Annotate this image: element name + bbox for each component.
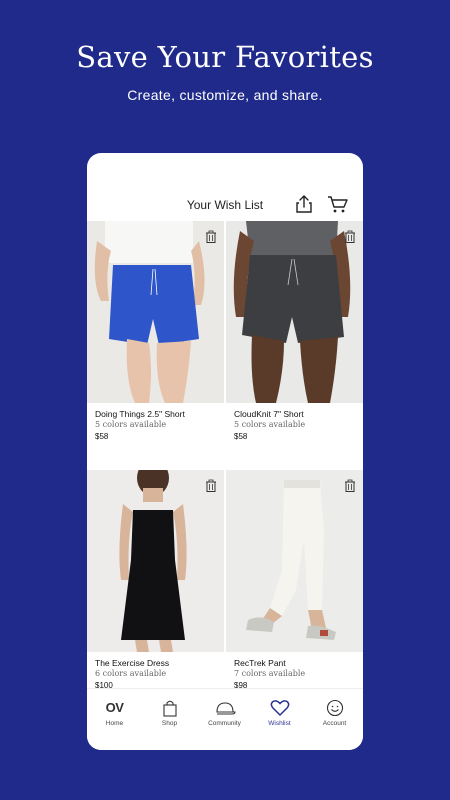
tab-label: Community: [208, 720, 241, 727]
smiley-icon: [326, 699, 343, 717]
product-name[interactable]: The Exercise Dress: [95, 658, 169, 668]
trash-icon[interactable]: [205, 230, 217, 243]
ov-logo-icon: OV: [105, 700, 124, 715]
screen-title: Your Wish List: [186, 198, 264, 212]
headline: Save Your Favorites: [76, 40, 374, 74]
product-name[interactable]: CloudKnit 7" Short: [234, 409, 304, 419]
product-colors: 6 colors available: [95, 669, 167, 678]
product-name[interactable]: RecTrek Pant: [234, 658, 286, 668]
tab-label: Shop: [161, 720, 178, 727]
trash-icon[interactable]: [205, 479, 217, 492]
tab-label: Wishlist: [268, 720, 291, 727]
product-colors: 5 colors available: [234, 420, 306, 429]
tab-shop[interactable]: Shop: [142, 699, 197, 727]
product-image[interactable]: [226, 470, 363, 652]
product-image[interactable]: [87, 221, 224, 403]
tab-wishlist[interactable]: Wishlist: [252, 699, 307, 727]
heart-icon: [270, 700, 289, 717]
product-image[interactable]: [87, 470, 224, 652]
phone-screen: Your Wish List Doing Things 2.5" Short 5…: [87, 153, 363, 750]
trash-icon[interactable]: [344, 479, 356, 492]
product-name[interactable]: Doing Things 2.5" Short: [95, 409, 185, 419]
bottom-tab-bar: OV Home Shop Community Wishlist Account: [87, 688, 363, 750]
shopping-bag-icon: [162, 700, 177, 717]
tab-community[interactable]: Community: [197, 699, 252, 727]
product-price: $58: [234, 432, 248, 441]
cart-icon[interactable]: [327, 194, 349, 214]
product-colors: 5 colors available: [95, 420, 167, 429]
share-icon[interactable]: [295, 194, 313, 214]
product-price: $58: [95, 432, 109, 441]
cap-icon: [215, 702, 236, 715]
product-image[interactable]: [226, 221, 363, 403]
tab-account[interactable]: Account: [307, 699, 362, 727]
top-bar: Your Wish List: [87, 189, 363, 221]
product-colors: 7 colors available: [234, 669, 306, 678]
subline: Create, customize, and share.: [127, 87, 323, 103]
tab-label: Account: [322, 720, 347, 727]
tab-home[interactable]: OV Home: [87, 699, 142, 727]
tab-label: Home: [105, 720, 124, 727]
trash-icon[interactable]: [344, 230, 356, 243]
